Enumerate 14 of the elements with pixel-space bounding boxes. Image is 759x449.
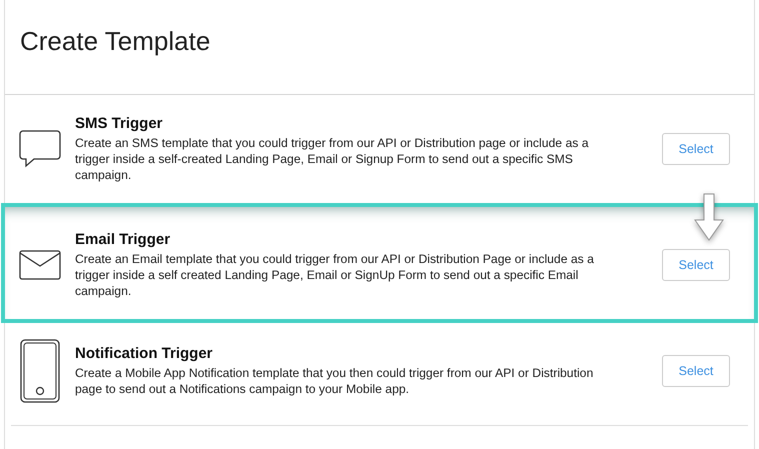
template-description: Create an SMS template that you could trigger from our API or Distribution page or include as a trigger inside a self-created Landing Page, Email or Signup Form to send out a specific SMS campaign. bbox=[75, 135, 590, 183]
template-name: SMS Trigger bbox=[75, 115, 163, 132]
template-name: Notification Trigger bbox=[75, 345, 213, 362]
template-description: Create a Mobile App Notification template that you then could trigger from our API or Distribution page to send out a Notifications campaign to your Mobile app. bbox=[75, 365, 594, 397]
select-button[interactable]: Select bbox=[662, 133, 730, 165]
select-button[interactable]: Select bbox=[662, 249, 730, 281]
speech-bubble-icon bbox=[19, 130, 61, 168]
template-name: Email Trigger bbox=[75, 231, 170, 248]
phone-icon bbox=[20, 339, 60, 403]
page-title: Create Template bbox=[20, 26, 210, 56]
down-arrow-icon bbox=[691, 192, 727, 242]
template-description: Create an Email template that you could trigger from our API or Distribution Page or include as a trigger inside a self created Landing Page, Email or SignUp Form to send out a specific Email campaign. bbox=[75, 251, 595, 299]
select-button[interactable]: Select bbox=[662, 355, 730, 387]
envelope-icon bbox=[19, 250, 61, 280]
